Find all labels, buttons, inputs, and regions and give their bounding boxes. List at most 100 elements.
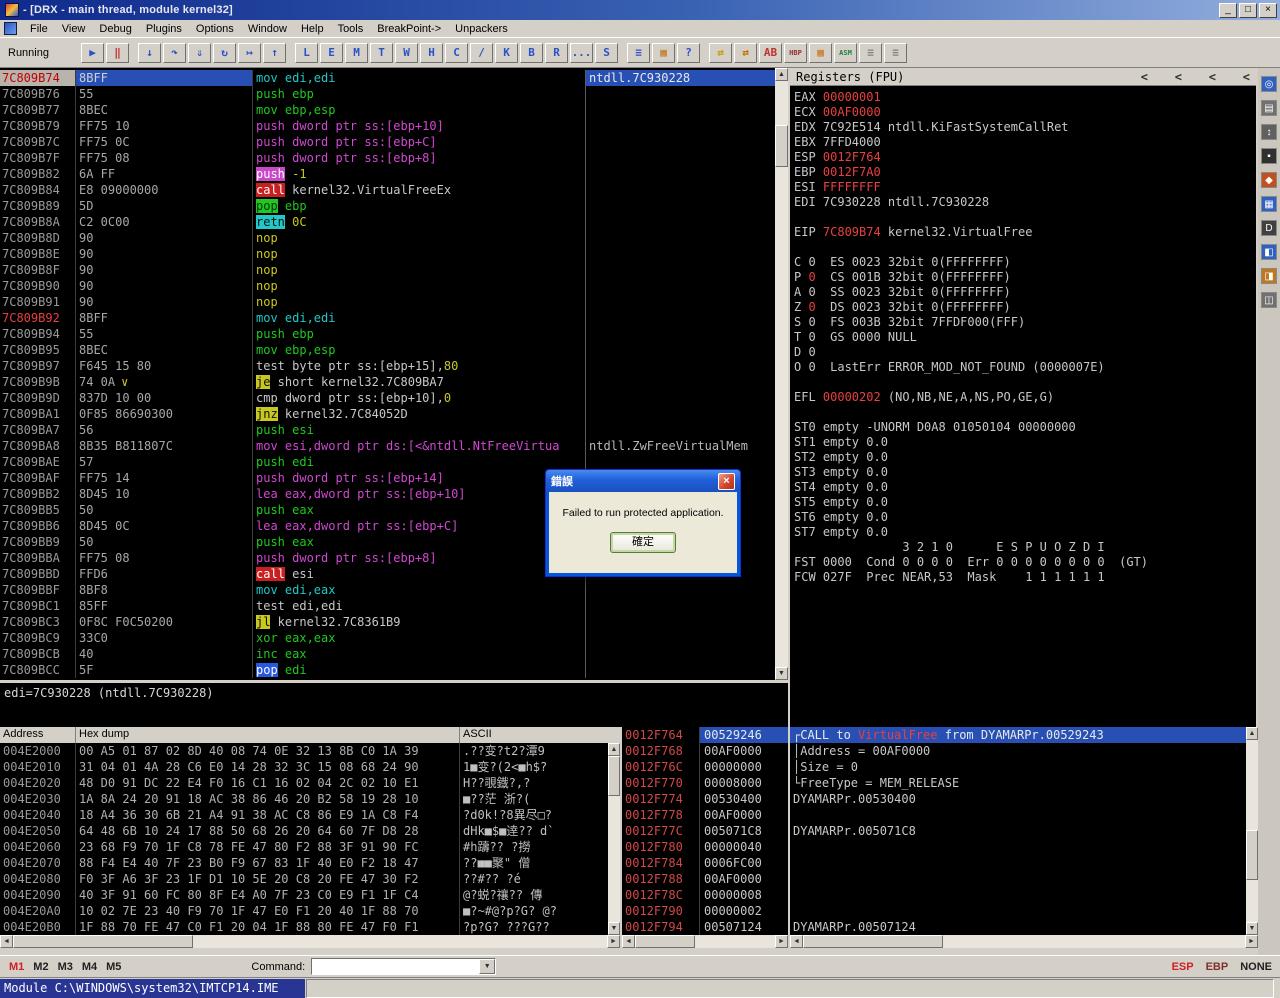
stack-comment-line[interactable]: [790, 903, 1246, 919]
disasm-row[interactable]: 7C809BA8 8B35 B811807C mov esi,dword ptr d…: [0, 438, 775, 454]
disasm-row[interactable]: 7C809B77 8BEC mov ebp,esp: [0, 102, 775, 118]
hexdump-row[interactable]: 004E20A0 10 02 7E 23 40 F9 70 1F 47 E0 F1…: [0, 903, 620, 919]
plugin-map-button[interactable]: ▦: [809, 42, 832, 63]
animate-over-button[interactable]: ↻: [213, 42, 236, 63]
memory-tab-m4[interactable]: M4: [82, 961, 97, 973]
register-line[interactable]: [794, 375, 1256, 390]
register-line[interactable]: ECX 00AF0000: [794, 105, 1256, 120]
toolbar-letter-l[interactable]: L: [295, 42, 318, 63]
register-line[interactable]: P 0 CS 001B 32bit 0(FFFFFFFF): [794, 270, 1256, 285]
register-line[interactable]: T 0 GS 0000 NULL: [794, 330, 1256, 345]
menu-item-window[interactable]: Window: [241, 23, 294, 35]
animate-into-button[interactable]: ⇓: [188, 42, 211, 63]
menu-item-help[interactable]: Help: [294, 23, 331, 35]
scroll-thumb[interactable]: [635, 935, 695, 948]
plugin-ab-button[interactable]: AB: [759, 42, 782, 63]
stack-row[interactable]: 0012F778 00AF0000: [622, 807, 788, 823]
dropdown-icon[interactable]: ▼: [479, 959, 496, 974]
registers-collapse-icon-2[interactable]: <: [1182, 70, 1216, 84]
menu-item-debug[interactable]: Debug: [92, 23, 138, 35]
hexdump-col-hex[interactable]: Hex dump: [76, 727, 460, 743]
scroll-thumb[interactable]: [608, 756, 620, 796]
scroll-down-icon[interactable]: ▼: [775, 667, 788, 680]
side-icon-search[interactable]: ◎: [1261, 76, 1277, 92]
disasm-row[interactable]: 7C809BC9 33C0 xor eax,eax: [0, 630, 775, 646]
register-line[interactable]: EDI 7C930228 ntdll.7C930228: [794, 195, 1256, 210]
register-line[interactable]: D 0: [794, 345, 1256, 360]
disasm-row[interactable]: 7C809BCC 5F pop edi: [0, 662, 775, 678]
toolbar-letter-slash[interactable]: /: [470, 42, 493, 63]
scroll-down-icon[interactable]: ▼: [608, 922, 620, 935]
stack-comment-line[interactable]: ┌CALL to VirtualFree from DYAMARPr.00529…: [790, 727, 1246, 743]
toolbar-letter-dots[interactable]: ...: [570, 42, 593, 63]
disasm-row[interactable]: 7C809B91 90 nop: [0, 294, 775, 310]
register-line[interactable]: EBP 0012F7A0: [794, 165, 1256, 180]
stack-comment-line[interactable]: DYAMARPr.00530400: [790, 791, 1246, 807]
run-button[interactable]: ▶: [81, 42, 104, 63]
stack-comment-line[interactable]: [790, 839, 1246, 855]
register-line[interactable]: EFL 00000202 (NO,NB,NE,A,NS,PO,GE,G): [794, 390, 1256, 405]
side-icon-gray[interactable]: ◫: [1261, 292, 1277, 308]
disasm-row[interactable]: 7C809B8A C2 0C00 retn 0C: [0, 214, 775, 230]
options-button[interactable]: ≡: [627, 42, 650, 63]
disasm-row[interactable]: 7C809B79 FF75 10 push dword ptr ss:[ebp+10…: [0, 118, 775, 134]
stack-comment-line[interactable]: [790, 887, 1246, 903]
disasm-row[interactable]: 7C809BCB 40 inc eax: [0, 646, 775, 662]
hexdump-row[interactable]: 004E20B0 1F 88 70 FE 47 C0 F1 20 04 1F 88…: [0, 919, 620, 935]
disasm-row[interactable]: 7C809B74 8BFF mov edi,edi ntdll.7C930228: [0, 70, 775, 86]
scroll-up-icon[interactable]: ▲: [608, 743, 620, 756]
scroll-right-icon[interactable]: ►: [775, 935, 788, 948]
side-icon-grid[interactable]: ▦: [1261, 196, 1277, 212]
stack-comment-line[interactable]: └FreeType = MEM_RELEASE: [790, 775, 1246, 791]
menu-item-file[interactable]: File: [23, 23, 55, 35]
scroll-track[interactable]: [1246, 740, 1258, 922]
disasm-row[interactable]: 7C809B9B 74 0A ∨ je short kernel32.7C809BA7: [0, 374, 775, 390]
ok-button[interactable]: 確定: [610, 532, 676, 553]
scroll-right-icon[interactable]: ►: [1245, 935, 1258, 948]
plugin-extra1-button[interactable]: ≡: [859, 42, 882, 63]
disasm-row[interactable]: 7C809B82 6A FF push -1: [0, 166, 775, 182]
side-icon-updown[interactable]: ↕: [1261, 124, 1277, 140]
stack-row[interactable]: 0012F78C 00000008: [622, 887, 788, 903]
register-line[interactable]: [794, 405, 1256, 420]
appearance-button[interactable]: ▦: [652, 42, 675, 63]
close-button[interactable]: ×: [1259, 2, 1277, 18]
disasm-row[interactable]: 7C809BAE 57 push edi: [0, 454, 775, 470]
trace-into-button[interactable]: ↦: [238, 42, 261, 63]
restore-button[interactable]: □: [1239, 2, 1257, 18]
scroll-right-icon[interactable]: ►: [607, 935, 620, 948]
register-line[interactable]: EAX 00000001: [794, 90, 1256, 105]
scroll-left-icon[interactable]: ◄: [790, 935, 803, 948]
stack-comment-line[interactable]: [790, 871, 1246, 887]
pause-button[interactable]: ‖: [106, 42, 129, 63]
toolbar-letter-b[interactable]: B: [520, 42, 543, 63]
hexdump-row[interactable]: 004E2050 64 48 6B 10 24 17 88 50 68 26 20…: [0, 823, 620, 839]
scroll-up-icon[interactable]: ▲: [775, 68, 788, 81]
register-line[interactable]: ST1 empty 0.0: [794, 435, 1256, 450]
register-line[interactable]: ST0 empty -UNORM D0A8 01050104 00000000: [794, 420, 1256, 435]
disasm-row[interactable]: 7C809B7C FF75 0C push dword ptr ss:[ebp+C]: [0, 134, 775, 150]
hexdump-row[interactable]: 004E2090 40 3F 91 60 FC 80 8F E4 A0 7F 23…: [0, 887, 620, 903]
stack-hscrollbar[interactable]: ◄ ►: [622, 935, 788, 948]
stack-row[interactable]: 0012F780 00000040: [622, 839, 788, 855]
disasm-row[interactable]: 7C809B8F 90 nop: [0, 262, 775, 278]
register-line[interactable]: ST7 empty 0.0: [794, 525, 1256, 540]
dialog-close-icon[interactable]: ×: [718, 472, 735, 490]
disasm-row[interactable]: 7C809BA1 0F85 86690300 jnz kernel32.7C8405…: [0, 406, 775, 422]
hexdump-row[interactable]: 004E2070 88 F4 E4 40 7F 23 B0 F9 67 83 1F…: [0, 855, 620, 871]
menu-item-tools[interactable]: Tools: [331, 23, 371, 35]
memory-tab-m3[interactable]: M3: [58, 961, 73, 973]
flag-esp[interactable]: ESP: [1172, 961, 1194, 973]
disassembly-scrollbar[interactable]: ▲ ▼: [775, 68, 788, 680]
disasm-row[interactable]: 7C809BC3 0F8C F0C50200 jl kernel32.7C8361B…: [0, 614, 775, 630]
stack-comment-line[interactable]: │Address = 00AF0000: [790, 743, 1246, 759]
registers-collapse-icon-3[interactable]: <: [1216, 70, 1250, 84]
stack-comment-line[interactable]: [790, 807, 1246, 823]
flag-ebp[interactable]: EBP: [1206, 961, 1229, 973]
hexdump-row[interactable]: 004E2020 48 D0 91 DC 22 E4 F0 16 C1 16 02…: [0, 775, 620, 791]
menu-item-options[interactable]: Options: [189, 23, 241, 35]
menu-item-breakpoint[interactable]: BreakPoint->: [370, 23, 448, 35]
flag-none[interactable]: NONE: [1240, 961, 1272, 973]
hexdump-col-address[interactable]: Address: [0, 727, 76, 743]
stack-row[interactable]: 0012F764 00529246: [622, 727, 788, 743]
